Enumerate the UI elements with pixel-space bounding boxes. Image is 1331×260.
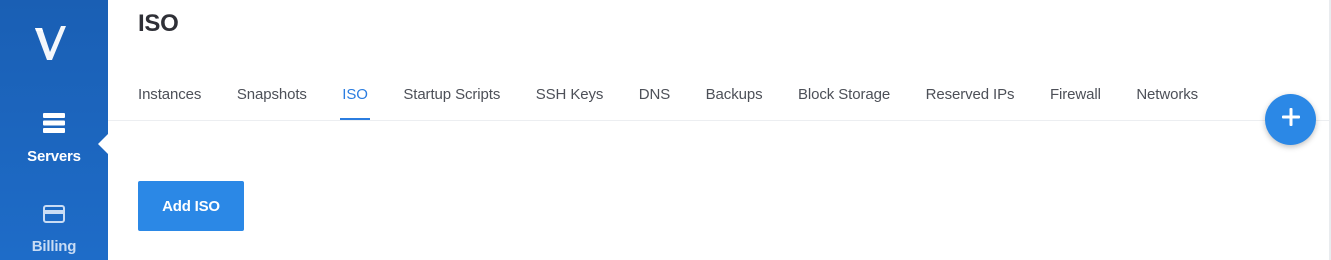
tab-networks[interactable]: Networks [1136,86,1198,120]
tab-bar: Instances Snapshots ISO Startup Scripts … [138,86,1234,120]
sidebar: Servers Billing [0,0,108,260]
tab-instances[interactable]: Instances [138,86,201,120]
plus-icon [1281,107,1301,132]
tab-backups[interactable]: Backups [706,86,763,120]
sidebar-item-servers[interactable]: Servers [0,113,108,165]
add-iso-button[interactable]: Add ISO [138,181,244,231]
page-title: ISO [138,10,179,37]
sidebar-item-label: Billing [31,238,77,255]
vultr-logo-icon[interactable] [30,22,78,66]
app-window: Servers Billing ISO Instances Snapshots … [0,0,1331,260]
tab-firewall[interactable]: Firewall [1050,86,1101,120]
tab-startup-scripts[interactable]: Startup Scripts [403,86,500,120]
tab-iso[interactable]: ISO [340,86,370,120]
sidebar-item-billing[interactable]: Billing [0,205,108,255]
tab-reserved-ips[interactable]: Reserved IPs [926,86,1015,120]
credit-card-icon [0,205,108,228]
active-nav-indicator [98,134,108,154]
server-stack-icon [0,113,108,138]
tab-dns[interactable]: DNS [639,86,670,120]
tab-block-storage[interactable]: Block Storage [798,86,890,120]
tab-snapshots[interactable]: Snapshots [237,86,307,120]
tab-ssh-keys[interactable]: SSH Keys [536,86,604,120]
add-fab-button[interactable] [1265,94,1316,145]
tabs-divider [108,120,1329,121]
sidebar-item-label: Servers [27,148,81,165]
